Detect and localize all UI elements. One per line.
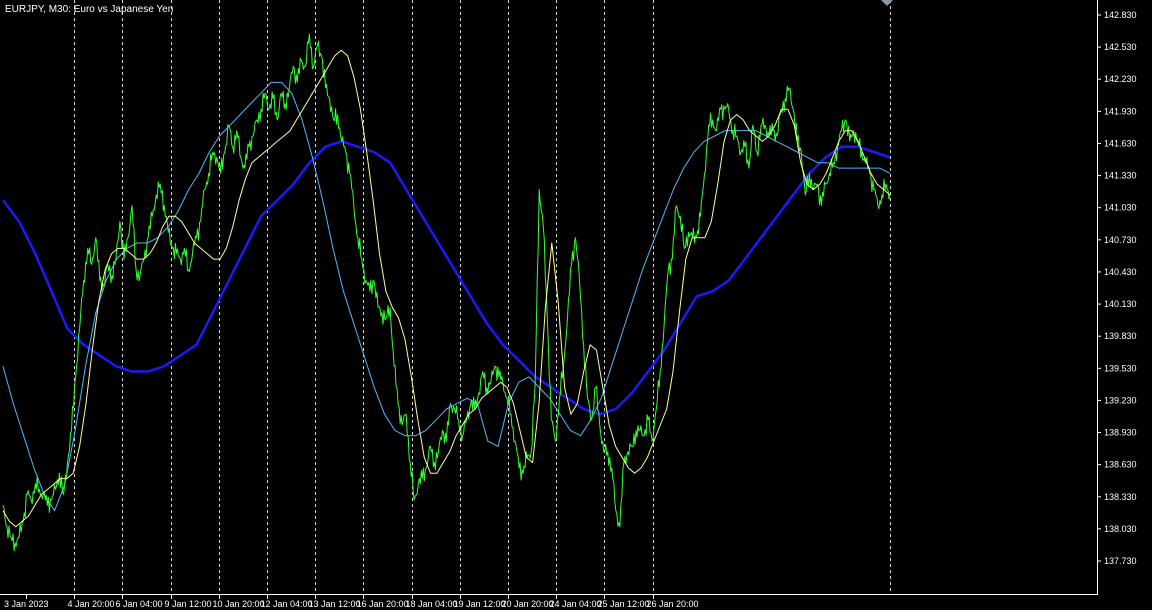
time-tick-label: 3 Jan 2023 [4, 599, 49, 609]
time-tick-label: 6 Jan 04:00 [116, 599, 163, 609]
time-tick-label: 16 Jan 20:00 [357, 599, 409, 609]
time-tick-label: 13 Jan 12:00 [309, 599, 361, 609]
chart-title: EURJPY, M30: Euro vs Japanese Yen [5, 4, 173, 15]
time-tick-label: 20 Jan 20:00 [502, 599, 554, 609]
price-chart[interactable]: 142.830 142.530 142.230 141.930 141.630 141.3… [0, 0, 1152, 610]
time-tick-label: 9 Jan 12:00 [165, 599, 212, 609]
time-tick-label: 24 Jan 04:00 [550, 599, 602, 609]
price-tick-label: 142.830 [1104, 10, 1137, 20]
time-tick-label: 25 Jan 12:00 [598, 599, 650, 609]
price-tick-label: 137.730 [1104, 556, 1137, 566]
price-tick-label: 140.430 [1104, 267, 1137, 277]
time-tick-label: 26 Jan 20:00 [647, 599, 699, 609]
price-tick-label: 138.630 [1104, 460, 1137, 470]
chart-background [0, 0, 1152, 610]
price-tick-label: 141.030 [1104, 203, 1137, 213]
time-tick-label: 19 Jan 12:00 [454, 599, 506, 609]
time-tick-label: 18 Jan 04:00 [406, 599, 458, 609]
time-tick-label: 10 Jan 20:00 [213, 599, 265, 609]
price-tick-label: 139.830 [1104, 331, 1137, 341]
price-tick-label: 140.130 [1104, 299, 1137, 309]
time-tick-label: 4 Jan 20:00 [68, 599, 115, 609]
price-tick-label: 138.030 [1104, 524, 1137, 534]
price-tick-label: 140.730 [1104, 235, 1137, 245]
price-tick-label: 141.930 [1104, 106, 1137, 116]
price-tick-label: 141.630 [1104, 138, 1137, 148]
time-tick-label: 12 Jan 04:00 [261, 599, 313, 609]
price-tick-label: 142.230 [1104, 74, 1137, 84]
price-tick-label: 142.530 [1104, 42, 1137, 52]
price-tick-label: 139.230 [1104, 395, 1137, 405]
price-tick-label: 141.330 [1104, 171, 1137, 181]
price-tick-label: 139.530 [1104, 363, 1137, 373]
price-tick-label: 138.930 [1104, 428, 1137, 438]
price-tick-label: 138.330 [1104, 492, 1137, 502]
